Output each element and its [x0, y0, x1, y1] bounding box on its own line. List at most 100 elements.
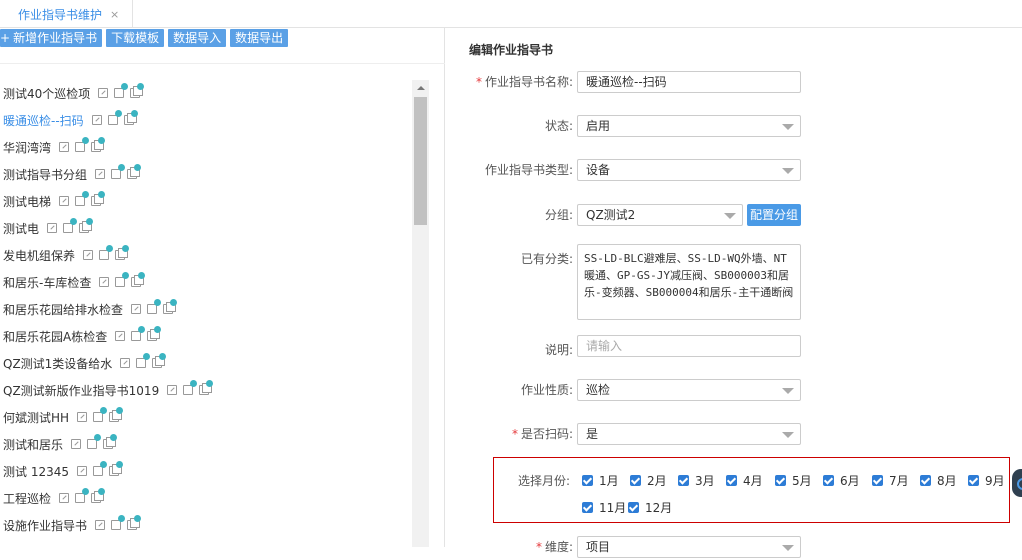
scroll-up-arrow[interactable] — [412, 80, 429, 97]
tree-item-label[interactable]: 和居乐花园给排水检查 — [3, 301, 123, 318]
status-select[interactable]: 启用 — [577, 115, 801, 137]
tree-item[interactable]: 工程巡检 — [3, 488, 107, 507]
month-checkbox[interactable]: 2月 — [630, 472, 667, 489]
add-child-icon[interactable] — [99, 245, 114, 260]
tree-item[interactable]: QZ测试新版作业指导书1019 — [3, 380, 215, 399]
tree-item[interactable]: QZ测试1类设备给水 — [3, 353, 168, 372]
tree-item[interactable]: 华润湾湾 — [3, 137, 107, 156]
tab-work-instruction-maintenance[interactable]: 作业指导书维护 × — [0, 0, 133, 28]
month-checkbox[interactable]: 3月 — [678, 472, 715, 489]
tree-item-label[interactable]: 设施作业指导书 — [3, 517, 87, 534]
edit-icon[interactable] — [83, 250, 94, 260]
tree-item-label[interactable]: 测试电 — [3, 220, 39, 237]
add-child-icon[interactable] — [147, 299, 162, 314]
tree-item-label[interactable]: 华润湾湾 — [3, 139, 51, 156]
checkbox-checked-icon[interactable] — [872, 475, 883, 486]
copy-icon[interactable] — [127, 515, 142, 530]
tree-item[interactable]: 发电机组保养 — [3, 245, 131, 264]
month-checkbox[interactable]: 8月 — [920, 472, 957, 489]
download-template-button[interactable]: 下载模板 — [106, 29, 165, 47]
add-child-icon[interactable] — [93, 407, 108, 422]
tree-item[interactable]: 和居乐花园A栋检查 — [3, 326, 163, 345]
copy-icon[interactable] — [91, 191, 106, 206]
close-icon[interactable]: × — [110, 8, 119, 21]
copy-icon[interactable] — [79, 218, 94, 233]
tree-item-label[interactable]: 发电机组保养 — [3, 247, 75, 264]
export-data-button[interactable]: 数据导出 — [230, 29, 289, 47]
checkbox-checked-icon[interactable] — [775, 475, 786, 486]
edit-icon[interactable] — [99, 277, 110, 287]
add-child-icon[interactable] — [87, 434, 102, 449]
add-instruction-button[interactable]: + 新增作业指导书 — [0, 29, 103, 47]
tree-item[interactable]: 和居乐花园给排水检查 — [3, 299, 179, 318]
copy-icon[interactable] — [91, 488, 106, 503]
month-checkbox[interactable]: 7月 — [872, 472, 909, 489]
copy-icon[interactable] — [130, 83, 145, 98]
add-child-icon[interactable] — [75, 137, 90, 152]
edit-icon[interactable] — [167, 385, 178, 395]
edit-icon[interactable] — [59, 196, 70, 206]
checkbox-checked-icon[interactable] — [920, 475, 931, 486]
add-child-icon[interactable] — [111, 515, 126, 530]
tree-item-label[interactable]: 和居乐花园A栋检查 — [3, 328, 107, 345]
copy-icon[interactable] — [147, 326, 162, 341]
copy-icon[interactable] — [115, 245, 130, 260]
add-child-icon[interactable] — [114, 83, 129, 98]
checkbox-checked-icon[interactable] — [628, 502, 639, 513]
checkbox-checked-icon[interactable] — [726, 475, 737, 486]
month-checkbox[interactable]: 4月 — [726, 472, 763, 489]
nature-select[interactable]: 巡检 — [577, 379, 801, 401]
tree-item[interactable]: 测试40个巡检项 — [3, 83, 146, 102]
copy-icon[interactable] — [103, 434, 118, 449]
copy-icon[interactable] — [91, 137, 106, 152]
edit-icon[interactable] — [59, 493, 70, 503]
month-checkbox[interactable]: 9月 — [968, 472, 1005, 489]
month-checkbox[interactable]: 12月 — [628, 499, 672, 516]
scroll-thumb[interactable] — [414, 97, 427, 225]
checkbox-checked-icon[interactable] — [582, 475, 593, 486]
edit-icon[interactable] — [95, 520, 106, 530]
edit-icon[interactable] — [77, 466, 87, 476]
tree-item-label[interactable]: 何斌测试HH — [3, 409, 69, 426]
checkbox-checked-icon[interactable] — [678, 475, 689, 486]
tree-item-label[interactable]: 测试 12345 — [3, 463, 69, 480]
add-child-icon[interactable] — [111, 164, 126, 179]
cutoff-select[interactable]: 项目 — [577, 536, 801, 558]
month-checkbox[interactable]: 1月 — [582, 472, 619, 489]
checkbox-checked-icon[interactable] — [823, 475, 834, 486]
add-child-icon[interactable] — [107, 110, 122, 125]
tree-item[interactable]: 暖通巡检--扫码 — [3, 110, 140, 129]
categories-textarea[interactable]: SS-LD-BLC避难层、SS-LD-WQ外墙、NT暖通、GP-GS-JY减压阀… — [577, 244, 801, 320]
add-child-icon[interactable] — [75, 488, 90, 503]
description-input[interactable]: 请输入 — [577, 335, 801, 357]
tree-scrollbar[interactable] — [412, 80, 429, 547]
floating-help-icon[interactable] — [1012, 469, 1022, 497]
edit-icon[interactable] — [59, 142, 70, 152]
copy-icon[interactable] — [199, 380, 214, 395]
tree-item-label[interactable]: 测试和居乐 — [3, 436, 63, 453]
copy-icon[interactable] — [109, 461, 123, 476]
copy-icon[interactable] — [152, 353, 167, 368]
tree-item[interactable]: 测试指导书分组 — [3, 164, 143, 183]
add-child-icon[interactable] — [183, 380, 198, 395]
edit-icon[interactable] — [120, 358, 131, 368]
type-select[interactable]: 设备 — [577, 159, 801, 181]
tree-item-label[interactable]: 工程巡检 — [3, 490, 51, 507]
scan-select[interactable]: 是 — [577, 423, 801, 445]
add-child-icon[interactable] — [115, 272, 130, 287]
copy-icon[interactable] — [127, 164, 142, 179]
copy-icon[interactable] — [163, 299, 178, 314]
add-child-icon[interactable] — [75, 191, 90, 206]
tree-item[interactable]: 测试 12345 — [3, 461, 125, 480]
month-checkbox[interactable]: 5月 — [775, 472, 812, 489]
edit-icon[interactable] — [91, 115, 102, 125]
checkbox-checked-icon[interactable] — [630, 475, 641, 486]
tree-item-label[interactable]: 测试指导书分组 — [3, 166, 87, 183]
name-input[interactable]: 暖通巡检--扫码 — [577, 71, 801, 93]
edit-icon[interactable] — [131, 304, 142, 314]
copy-icon[interactable] — [123, 110, 138, 125]
checkbox-checked-icon[interactable] — [968, 475, 979, 486]
edit-icon[interactable] — [115, 331, 126, 341]
edit-icon[interactable] — [47, 223, 58, 233]
tree-item-label[interactable]: QZ测试新版作业指导书1019 — [3, 382, 159, 399]
